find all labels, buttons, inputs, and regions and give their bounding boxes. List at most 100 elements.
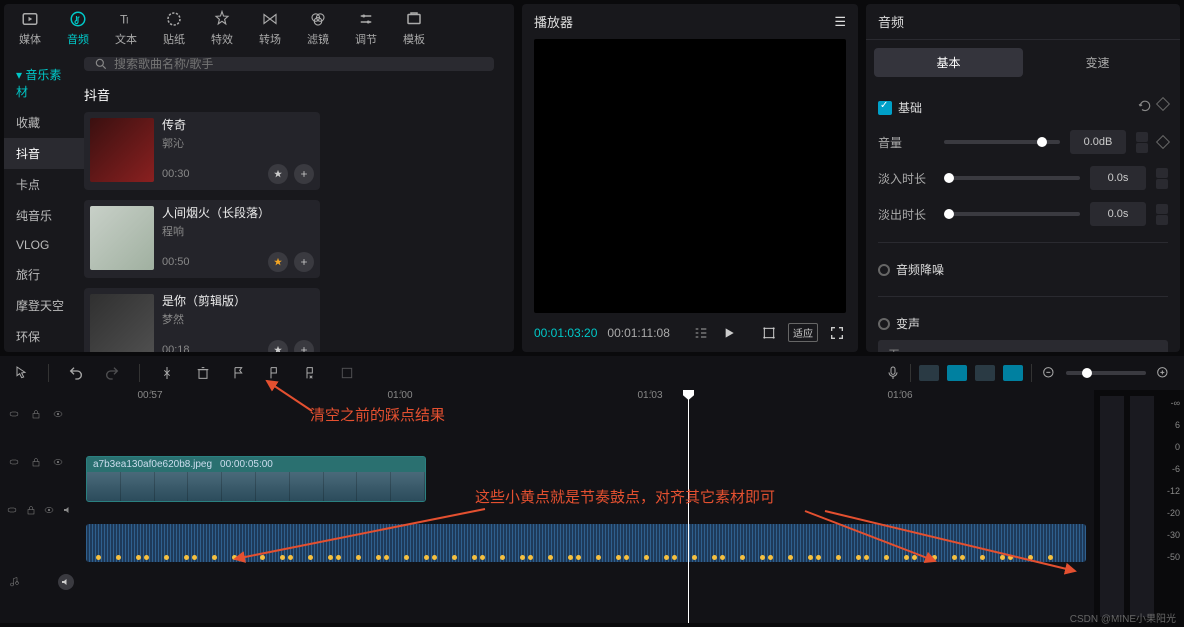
cat-travel[interactable]: 旅行 (4, 259, 84, 290)
zoom-slider[interactable] (1066, 371, 1146, 375)
track-card[interactable]: 传奇郭沁 00:30 (84, 112, 320, 190)
voice-select[interactable]: 无⌵ (878, 340, 1168, 352)
cat-eco[interactable]: 环保 (4, 321, 84, 352)
add-icon[interactable] (294, 164, 314, 184)
tab-filter[interactable]: 滤镜 (294, 10, 342, 47)
tab-sticker[interactable]: 贴纸 (150, 10, 198, 47)
hamburger-icon[interactable]: ☰ (834, 14, 846, 30)
cat-fav[interactable]: 收藏 (4, 107, 84, 138)
fadein-label: 淡入时长 (878, 170, 934, 187)
fadein-slider[interactable] (944, 176, 1080, 180)
cat-douyin[interactable]: 抖音 (4, 138, 84, 169)
snap-4[interactable] (1003, 365, 1023, 381)
keyframe-icon[interactable] (1156, 97, 1170, 111)
search-input[interactable] (114, 57, 484, 71)
chevron-down-icon: ⌵ (1149, 347, 1158, 352)
time-ruler[interactable]: 00:57 01:00 01:03 01:06 (80, 390, 1094, 410)
tab-template[interactable]: 模板 (390, 10, 438, 47)
fadein-spinner[interactable] (1156, 168, 1168, 189)
props-tab-speed[interactable]: 变速 (1023, 48, 1172, 77)
tab-transition[interactable]: 转场 (246, 10, 294, 47)
timeline-tracks[interactable]: 00:57 01:00 01:03 01:06 a7b3ea130af0e620… (80, 390, 1094, 623)
lock-icon[interactable] (25, 502, 38, 518)
fadeout-label: 淡出时长 (878, 206, 934, 223)
cat-pure[interactable]: 纯音乐 (4, 200, 84, 231)
marker-left-icon[interactable] (230, 364, 248, 382)
toggle-icon[interactable] (6, 502, 19, 518)
props-tab-basic[interactable]: 基本 (874, 48, 1023, 77)
noise-label: 音频降噪 (896, 261, 944, 278)
tab-text[interactable]: TI文本 (102, 10, 150, 47)
search-box[interactable] (84, 57, 494, 71)
add-icon[interactable] (294, 252, 314, 272)
video-clip[interactable]: a7b3ea130af0e620b8.jpeg00:00:05:00 (86, 456, 426, 502)
fadein-value[interactable]: 0.0s (1090, 166, 1146, 190)
add-icon[interactable] (294, 340, 314, 352)
fit-button[interactable]: 适应 (788, 323, 818, 342)
clip-filename: a7b3ea130af0e620b8.jpeg (93, 459, 212, 470)
playhead[interactable] (688, 390, 689, 623)
fadeout-value[interactable]: 0.0s (1090, 202, 1146, 226)
lock-icon[interactable] (28, 454, 44, 470)
beat-markers (86, 554, 1086, 560)
cat-modern[interactable]: 摩登天空 (4, 290, 84, 321)
tab-adjust[interactable]: 调节 (342, 10, 390, 47)
undo-icon[interactable] (67, 364, 85, 382)
fadeout-slider[interactable] (944, 212, 1080, 216)
delete-icon[interactable] (194, 364, 212, 382)
toggle-icon[interactable] (6, 406, 22, 422)
play-icon[interactable] (720, 324, 738, 342)
cat-vlog[interactable]: VLOG (4, 231, 84, 259)
zoom-out-icon[interactable] (1040, 364, 1058, 382)
redo-icon[interactable] (103, 364, 121, 382)
volume-slider[interactable] (944, 140, 1060, 144)
track-controls (0, 390, 80, 623)
audio-clip[interactable] (86, 524, 1086, 562)
noise-radio[interactable] (878, 264, 890, 276)
freeze-icon[interactable] (338, 364, 356, 382)
preview-viewport[interactable] (534, 39, 846, 313)
fullscreen-icon[interactable] (828, 324, 846, 342)
volume-value[interactable]: 0.0dB (1070, 130, 1126, 154)
ruler-mark: 01:03 (637, 390, 662, 401)
toggle-icon[interactable] (6, 454, 22, 470)
fav-icon[interactable] (268, 252, 288, 272)
clear-beats-icon[interactable] (302, 364, 320, 382)
mute-icon[interactable] (58, 574, 74, 590)
search-icon (94, 57, 108, 71)
fadeout-spinner[interactable] (1156, 204, 1168, 225)
reset-icon[interactable] (1138, 99, 1152, 116)
snap-1[interactable] (919, 365, 939, 381)
snap-2[interactable] (947, 365, 967, 381)
eye-icon[interactable] (50, 406, 66, 422)
snap-3[interactable] (975, 365, 995, 381)
tab-audio[interactable]: 音频 (54, 10, 102, 47)
track-card[interactable]: 是你（剪辑版）梦然 00:18 (84, 288, 320, 352)
timecode-total: 00:01:11:08 (607, 326, 670, 340)
tab-effect[interactable]: 特效 (198, 10, 246, 47)
sidebar-header[interactable]: ▾ 音乐素材 (4, 59, 84, 107)
mute-icon[interactable] (62, 502, 75, 518)
voice-radio[interactable] (878, 318, 890, 330)
ruler-mark: 01:00 (387, 390, 412, 401)
keyframe-icon[interactable] (1156, 135, 1170, 149)
eye-icon[interactable] (43, 502, 56, 518)
audio-track-icon[interactable] (6, 574, 22, 590)
fav-icon[interactable] (268, 164, 288, 184)
tab-media[interactable]: 媒体 (6, 10, 54, 47)
track-thumb (90, 206, 154, 270)
cat-kadian[interactable]: 卡点 (4, 169, 84, 200)
eye-icon[interactable] (50, 454, 66, 470)
crop-icon[interactable] (760, 324, 778, 342)
split-icon[interactable] (158, 364, 176, 382)
pointer-icon[interactable] (12, 364, 30, 382)
list-icon[interactable] (692, 324, 710, 342)
volume-spinner[interactable] (1136, 132, 1148, 153)
mic-icon[interactable] (884, 364, 902, 382)
fav-icon[interactable] (268, 340, 288, 352)
lock-icon[interactable] (28, 406, 44, 422)
zoom-in-icon[interactable] (1154, 364, 1172, 382)
marker-right-icon[interactable] (266, 364, 284, 382)
basic-checkbox[interactable] (878, 101, 892, 115)
track-card[interactable]: 人间烟火（长段落）程响 00:50 (84, 200, 320, 278)
